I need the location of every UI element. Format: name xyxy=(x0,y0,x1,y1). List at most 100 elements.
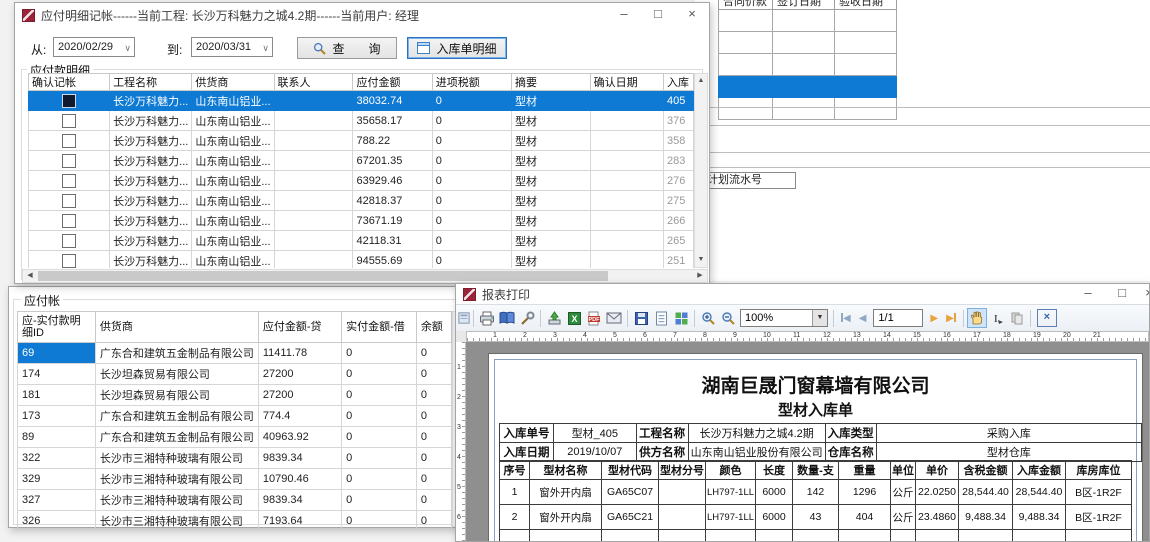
export-image-icon[interactable] xyxy=(544,308,564,328)
payable-account-row[interactable]: 69广东合和建筑五金制品有限公司11411.7800 xyxy=(18,343,452,364)
confirm-checkbox[interactable] xyxy=(62,174,76,188)
payable-detail-row[interactable]: 长沙万科魅力...山东南山铝业...788.220型材358 xyxy=(29,131,694,151)
save-icon[interactable] xyxy=(631,308,651,328)
column-header[interactable]: 应-实付款明细ID xyxy=(18,312,96,343)
contract-row[interactable] xyxy=(719,10,897,32)
payable-account-row[interactable]: 173广东合和建筑五金制品有限公司774.400 xyxy=(18,406,452,427)
confirm-checkbox[interactable] xyxy=(62,94,76,108)
preview-icon[interactable] xyxy=(458,308,470,328)
column-header[interactable]: 进项税额 xyxy=(432,74,511,91)
confirm-checkbox[interactable] xyxy=(62,194,76,208)
id-cell[interactable]: 326 xyxy=(18,511,96,529)
column-header[interactable]: 工程名称 xyxy=(110,74,192,91)
payable-detail-row[interactable]: 长沙万科魅力...山东南山铝业...42818.370型材275 xyxy=(29,191,694,211)
payable-account-row[interactable]: 322长沙市三湘特种玻璃有限公司9839.3400 xyxy=(18,448,452,469)
payable-detail-row[interactable]: 长沙万科魅力...山东南山铝业...38032.740型材405 xyxy=(29,91,694,111)
vertical-scrollbar[interactable]: ▲ ▼ xyxy=(694,73,708,268)
id-cell[interactable]: 173 xyxy=(18,406,96,427)
previous-page-button[interactable]: ◀ xyxy=(855,313,871,324)
payable-detail-row[interactable]: 长沙万科魅力...山东南山铝业...42118.310型材265 xyxy=(29,231,694,251)
column-header[interactable]: 余额 xyxy=(416,312,451,343)
payable-account-row[interactable]: 174长沙坦森贸易有限公司2720000 xyxy=(18,364,452,385)
id-cell[interactable]: 329 xyxy=(18,469,96,490)
payable-detail-row[interactable]: 长沙万科魅力...山东南山铝业...63929.460型材276 xyxy=(29,171,694,191)
confirm-checkbox[interactable] xyxy=(62,114,76,128)
to-date-select[interactable]: 2020/03/31∨ xyxy=(191,37,273,57)
page-setup-icon[interactable] xyxy=(517,308,537,328)
scrollbar-thumb[interactable] xyxy=(38,271,608,281)
scroll-up-icon[interactable]: ▲ xyxy=(695,74,707,88)
payable-detail-row[interactable]: 长沙万科魅力...山东南山铝业...94555.690型材251 xyxy=(29,251,694,269)
close-button[interactable]: × xyxy=(675,3,709,27)
next-page-button[interactable]: ▶ xyxy=(926,313,942,324)
column-header[interactable]: 确认记帐 xyxy=(29,74,110,91)
column-header[interactable]: 确认日期 xyxy=(590,74,663,91)
payable-detail-row[interactable]: 长沙万科魅力...山东南山铝业...35658.170型材376 xyxy=(29,111,694,131)
last-page-button[interactable]: ▶ xyxy=(942,313,960,324)
print-icon[interactable] xyxy=(477,308,497,328)
preview-workspace[interactable]: 湖南巨晟门窗幕墙有限公司 型材入库单 入库单号型材_405工程名称长沙万科魅力之… xyxy=(466,342,1149,541)
document-icon[interactable] xyxy=(651,308,671,328)
minimize-button[interactable]: – xyxy=(1071,284,1105,304)
confirm-checkbox[interactable] xyxy=(62,134,76,148)
payable-account-row[interactable]: 327长沙市三湘特种玻璃有限公司9839.3400 xyxy=(18,490,452,511)
contract-row[interactable] xyxy=(719,98,897,120)
contract-row[interactable] xyxy=(719,76,897,98)
page-indicator-field[interactable]: 1/1 xyxy=(873,309,923,327)
payable-account-row[interactable]: 89广东合和建筑五金制品有限公司40963.9200 xyxy=(18,427,452,448)
payable-detail-row[interactable]: 长沙万科魅力...山东南山铝业...67201.350型材283 xyxy=(29,151,694,171)
id-cell[interactable]: 181 xyxy=(18,385,96,406)
zoom-in-icon[interactable] xyxy=(698,308,718,328)
titlebar[interactable]: 报表打印 – □ × xyxy=(456,284,1149,304)
titlebar[interactable]: 应付明细记帐------当前工程: 长沙万科魅力之城4.2期------当前用户… xyxy=(15,3,709,27)
column-header[interactable]: 应付金额-贷 xyxy=(258,312,341,343)
from-date-select[interactable]: 2020/02/29∨ xyxy=(53,37,135,57)
column-header[interactable]: 供货商 xyxy=(192,74,274,91)
contract-table[interactable]: 合同价款签订日期验收日期 xyxy=(718,0,897,120)
contract-row[interactable] xyxy=(719,32,897,54)
payable-detail-row[interactable]: 长沙万科魅力...山东南山铝业...73671.190型材266 xyxy=(29,211,694,231)
scroll-right-icon[interactable]: ▶ xyxy=(693,270,707,282)
payable-account-row[interactable]: 326长沙市三湘特种玻璃有限公司7193.6400 xyxy=(18,511,452,529)
column-header[interactable]: 入库 xyxy=(663,74,693,91)
zoom-level-select[interactable]: 100% ▼ xyxy=(740,309,828,327)
column-header[interactable]: 摘要 xyxy=(511,74,590,91)
column-header[interactable]: 应付金额 xyxy=(353,74,432,91)
minimize-button[interactable]: – xyxy=(607,3,641,27)
query-button[interactable]: 查 询 xyxy=(297,37,397,59)
column-header[interactable]: 供货商 xyxy=(95,312,258,343)
hand-tool-icon[interactable] xyxy=(967,308,987,328)
horizontal-scrollbar[interactable]: ◀ ▶ xyxy=(22,269,708,283)
scroll-left-icon[interactable]: ◀ xyxy=(23,270,37,282)
confirm-checkbox[interactable] xyxy=(62,214,76,228)
export-excel-icon[interactable]: X xyxy=(564,308,584,328)
column-header[interactable]: 联系人 xyxy=(274,74,353,91)
payable-account-table[interactable]: 应-实付款明细ID供货商应付金额-贷实付金额-借余额 69广东合和建筑五金制品有… xyxy=(17,311,452,528)
export-mail-icon[interactable] xyxy=(604,308,624,328)
column-header[interactable]: 实付金额-借 xyxy=(342,312,417,343)
id-cell[interactable]: 69 xyxy=(18,343,96,364)
copy-page-icon[interactable] xyxy=(1007,308,1027,328)
payable-account-row[interactable]: 181长沙坦森贸易有限公司2720000 xyxy=(18,385,452,406)
export-pdf-icon[interactable]: PDF xyxy=(584,308,604,328)
payable-detail-table[interactable]: 确认记帐工程名称供货商联系人应付金额进项税额摘要确认日期入库 长沙万科魅力...… xyxy=(28,73,694,268)
confirm-checkbox[interactable] xyxy=(62,254,76,268)
confirm-checkbox[interactable] xyxy=(62,154,76,168)
zoom-out-icon[interactable] xyxy=(718,308,738,328)
id-cell[interactable]: 89 xyxy=(18,427,96,448)
id-cell[interactable]: 327 xyxy=(18,490,96,511)
close-button[interactable]: × xyxy=(1139,284,1149,304)
entry-detail-button[interactable]: 入库单明细 xyxy=(407,37,507,59)
plan-serial-field[interactable]: 计划流水号 xyxy=(703,172,796,189)
book-icon[interactable] xyxy=(497,308,517,328)
maximize-button[interactable]: □ xyxy=(1105,284,1139,304)
close-preview-icon[interactable]: × xyxy=(1037,309,1057,327)
contract-row[interactable] xyxy=(719,54,897,76)
scroll-down-icon[interactable]: ▼ xyxy=(695,253,707,267)
maximize-button[interactable]: □ xyxy=(641,3,675,27)
first-page-button[interactable]: ◀ xyxy=(837,313,855,324)
id-cell[interactable]: 174 xyxy=(18,364,96,385)
confirm-checkbox[interactable] xyxy=(62,234,76,248)
text-select-tool-icon[interactable]: I xyxy=(987,308,1007,328)
export-data-icon[interactable] xyxy=(671,308,691,328)
